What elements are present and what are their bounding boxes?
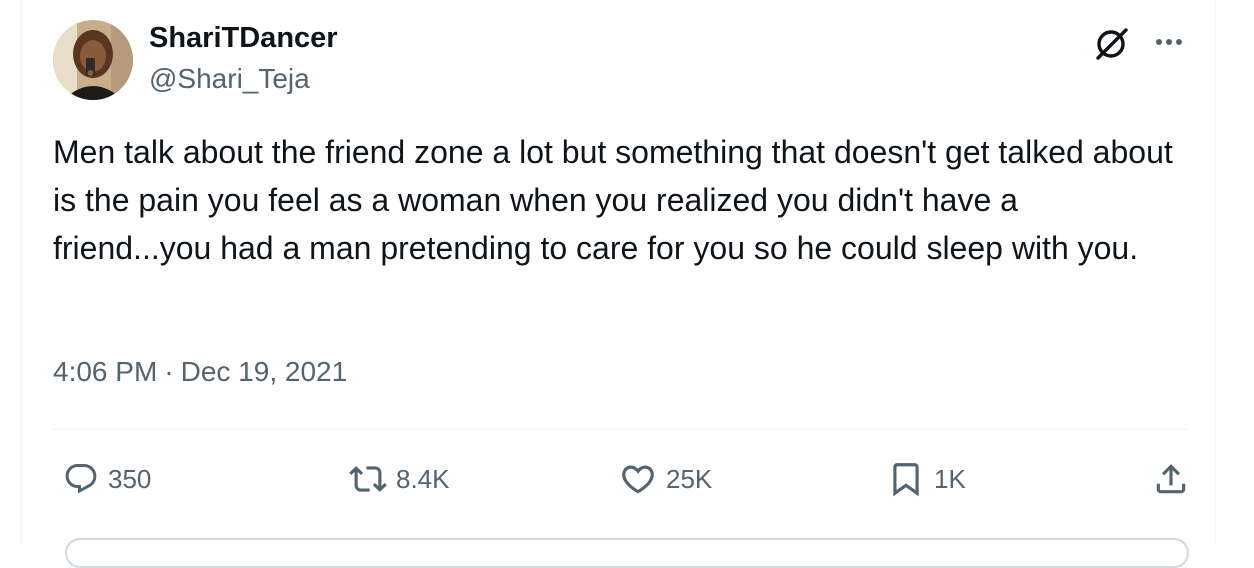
like-count: 25K	[666, 463, 713, 494]
share-button[interactable]	[1152, 456, 1190, 502]
like-button[interactable]: 25K	[619, 456, 712, 502]
divider	[53, 429, 1187, 430]
author-display-name[interactable]: ShariTDancer	[149, 22, 338, 55]
bookmark-icon	[893, 463, 919, 497]
repost-button[interactable]: 8.4K	[349, 456, 450, 502]
repost-count: 8.4K	[396, 463, 450, 494]
reply-composer[interactable]	[65, 538, 1189, 568]
tweet-time[interactable]: 4:06 PM	[53, 356, 157, 387]
tweet-date[interactable]: Dec 19, 2021	[181, 356, 348, 387]
bookmark-count: 1K	[934, 463, 966, 494]
more-options-icon[interactable]	[1149, 24, 1189, 64]
tweet-timestamp[interactable]: 4:06 PM · Dec 19, 2021	[53, 356, 347, 388]
bookmark-button[interactable]: 1K	[887, 456, 966, 502]
tweet-text: Men talk about the friend zone a lot but…	[53, 134, 1173, 266]
tweet-card: ShariTDancer @Shari_Teja Men talk about …	[20, 0, 1216, 568]
avatar[interactable]	[53, 20, 133, 100]
avatar-photo	[53, 20, 133, 100]
grok-icon[interactable]	[1093, 24, 1133, 64]
reply-count: 350	[108, 463, 152, 494]
like-icon	[622, 465, 654, 494]
timestamp-separator: ·	[164, 356, 174, 387]
share-icon	[1156, 464, 1186, 494]
reply-button[interactable]: 350	[63, 456, 151, 502]
reply-icon	[65, 464, 97, 494]
repost-icon	[349, 466, 387, 492]
author-handle[interactable]: @Shari_Teja	[149, 63, 310, 95]
